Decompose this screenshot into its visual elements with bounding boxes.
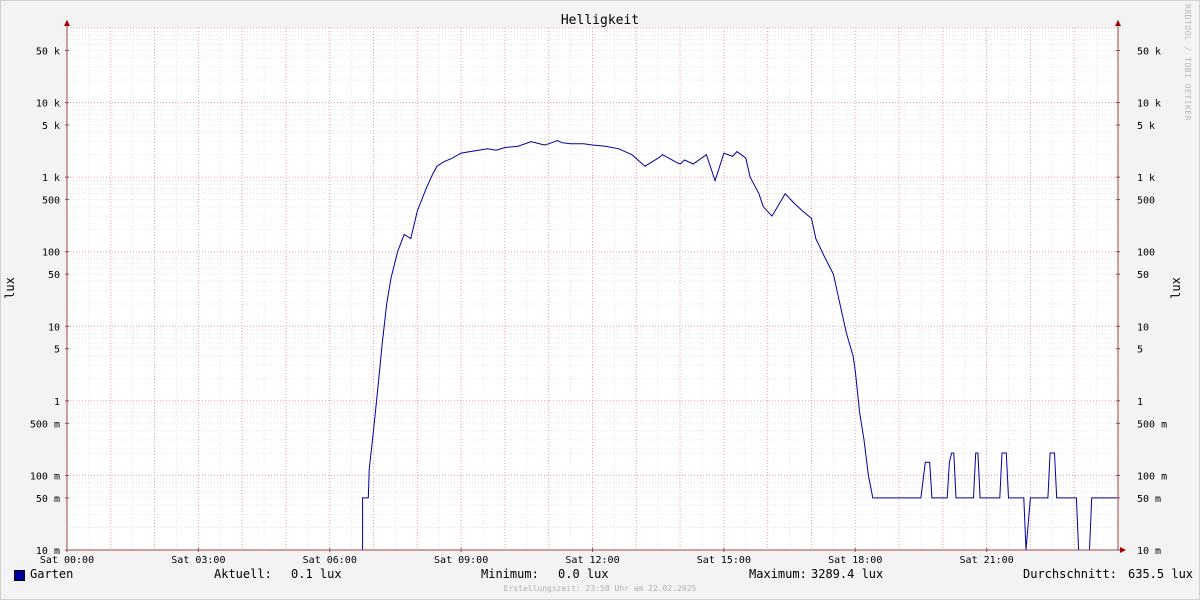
y-tick-label-right: 50 <box>1137 270 1149 281</box>
y-tick-label-right: 500 <box>1137 196 1155 207</box>
y-tick-label-left: 50 k <box>36 46 60 57</box>
y-tick-label-left: 10 <box>48 322 60 333</box>
y-tick-label-right: 5 <box>1137 345 1143 356</box>
y-axis-label-left: lux <box>3 277 17 299</box>
y-tick-label-left: 100 <box>42 248 60 259</box>
chart-title: Helligkeit <box>561 13 639 28</box>
legend-max-label: Maximum: <box>749 567 807 581</box>
chart-svg: 10 m 10 m50 m 50 m100 m 100 m500 m 500 m1 15 5… <box>0 0 1200 600</box>
legend-row: Garten Aktuell: 0.1 lux Minimum: 0.0 lux… <box>0 567 1200 583</box>
x-tick-label: Sat 06:00 <box>303 555 357 566</box>
y-tick-label-left: 50 <box>48 270 60 281</box>
y-tick-label-left: 50 m <box>36 494 60 505</box>
x-tick-label: Sat 15:00 <box>697 555 751 566</box>
legend-min-value: 0.0 lux <box>558 567 609 581</box>
x-tick-label: Sat 12:00 <box>565 555 619 566</box>
y-tick-label-right: 1 <box>1137 397 1143 408</box>
legend-avg-label: Durchschnitt: <box>1023 567 1117 581</box>
y-tick-label-left: 500 m <box>30 419 60 430</box>
y-tick-label-left: 1 k <box>42 173 60 184</box>
y-tick-label-right: 1 k <box>1137 173 1155 184</box>
y-tick-label-left: 5 <box>54 345 60 356</box>
footer-timestamp: Erstellungszeit: 23:58 Uhr am 22.02.2025 <box>503 584 697 593</box>
y-tick-label-right: 10 k <box>1137 99 1161 110</box>
y-axis-label-right: lux <box>1169 277 1183 299</box>
y-tick-label-right: 50 m <box>1137 494 1161 505</box>
x-tick-label: Sat 18:00 <box>828 555 882 566</box>
y-tick-label-right: 5 k <box>1137 121 1155 132</box>
x-tick-label: Sat 21:00 <box>960 555 1014 566</box>
y-tick-label-right: 10 m <box>1137 546 1161 557</box>
y-tick-label-left: 10 k <box>36 99 60 110</box>
x-tick-label: Sat 03:00 <box>171 555 225 566</box>
y-tick-label-left: 1 <box>54 397 60 408</box>
x-tick-label: Sat 00:00 <box>40 555 94 566</box>
y-tick-label-left: 5 k <box>42 121 60 132</box>
legend-avg-value: 635.5 lux <box>1128 567 1194 581</box>
legend-min-label: Minimum: <box>481 567 539 581</box>
y-tick-label-left: 100 m <box>30 471 60 482</box>
legend-series-name: Garten <box>30 567 74 581</box>
y-tick-label-right: 50 k <box>1137 46 1161 57</box>
y-tick-label-right: 10 <box>1137 322 1149 333</box>
y-tick-label-right: 100 m <box>1137 471 1167 482</box>
x-tick-label: Sat 09:00 <box>434 555 488 566</box>
legend-max-value: 3289.4 lux <box>811 567 884 581</box>
y-tick-label-right: 500 m <box>1137 419 1167 430</box>
legend-current-label: Aktuell: <box>214 567 272 581</box>
y-tick-label-left: 500 <box>42 196 60 207</box>
y-tick-label-right: 100 <box>1137 248 1155 259</box>
rrdtool-watermark: RRDTOOL / TOBI OETIKER <box>1183 4 1192 121</box>
legend-current-value: 0.1 lux <box>291 567 342 581</box>
